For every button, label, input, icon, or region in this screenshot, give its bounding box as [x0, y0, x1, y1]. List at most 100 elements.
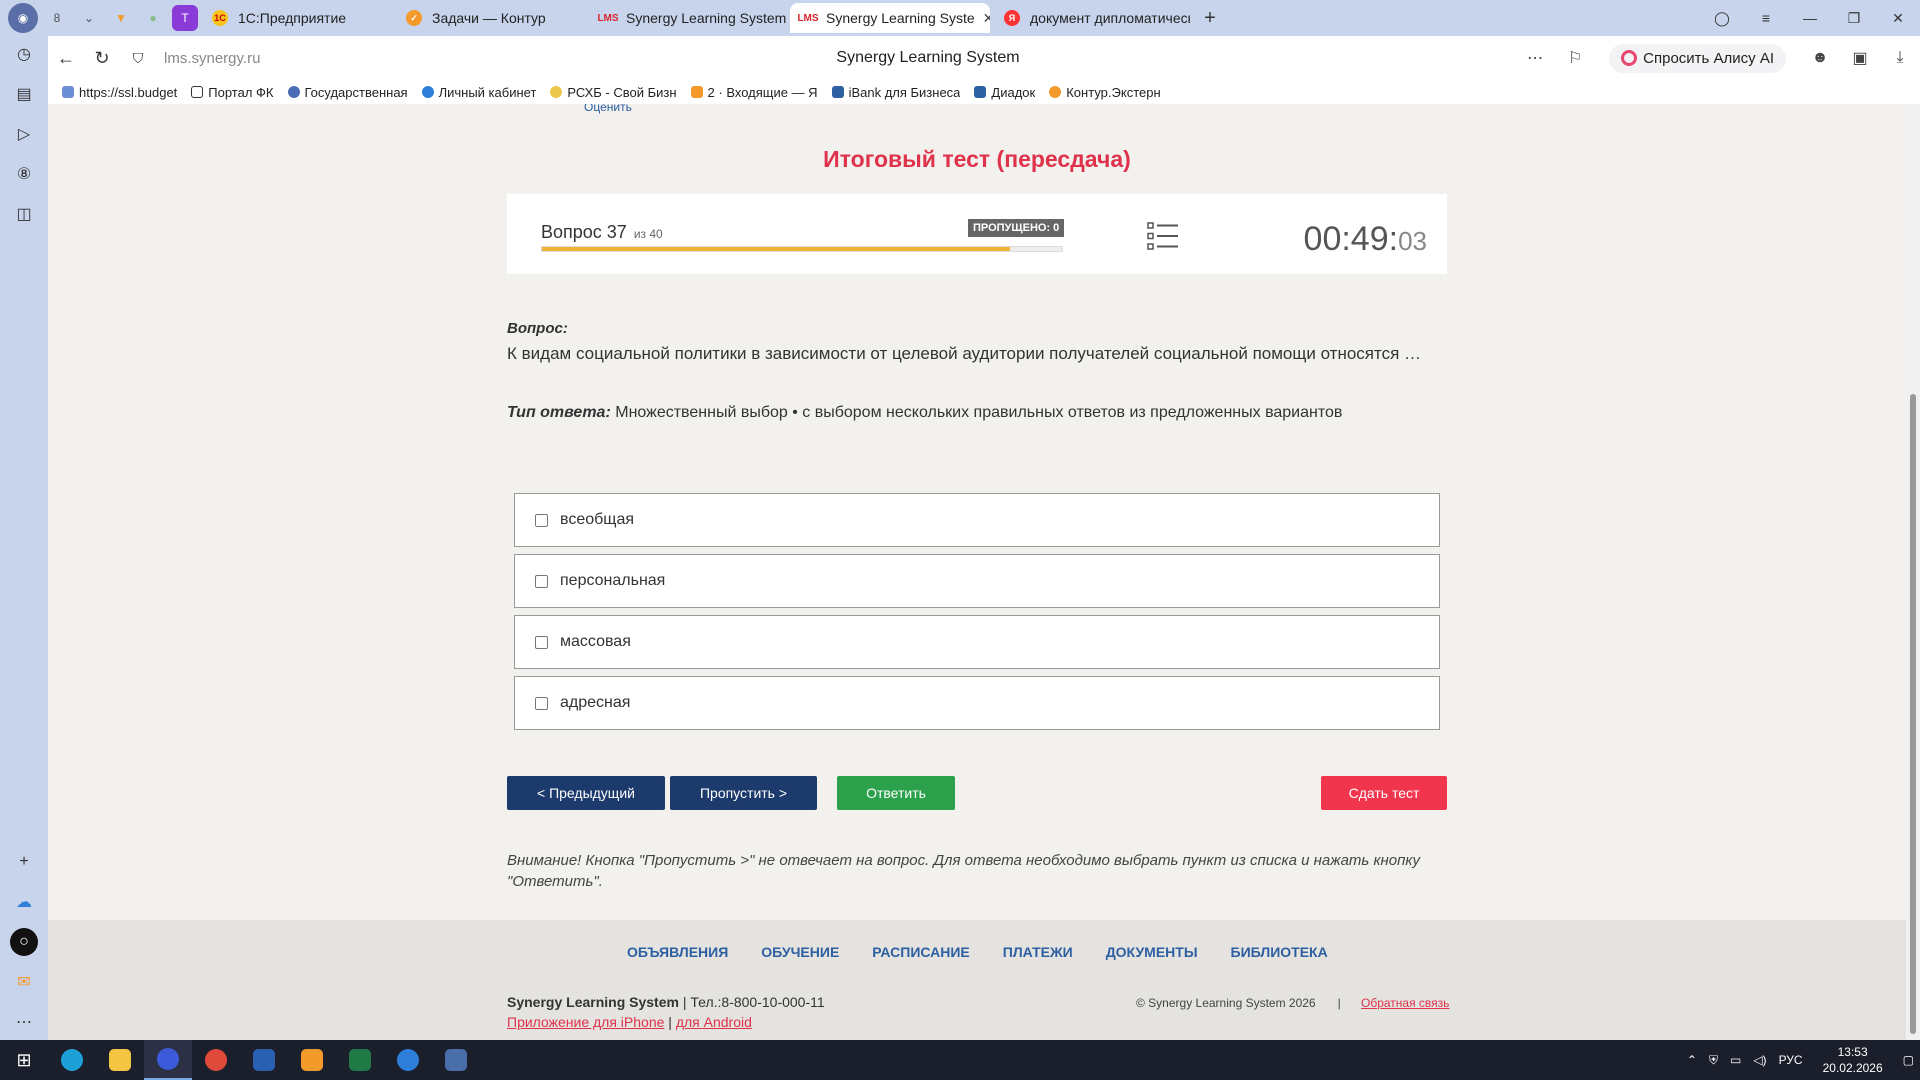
submit-test-button[interactable]: Сдать тест: [1321, 776, 1447, 810]
counter-icon[interactable]: ⑧: [10, 160, 38, 188]
minimize-icon[interactable]: —: [1788, 10, 1832, 26]
footer-link-schedule[interactable]: РАСПИСАНИЕ: [872, 944, 970, 960]
reload-icon[interactable]: ↻: [84, 40, 120, 76]
bookmark-item[interactable]: Диадок: [974, 85, 1035, 100]
answer-option[interactable]: массовая: [514, 615, 1440, 669]
more-icon[interactable]: ⋯: [1515, 48, 1555, 68]
separator: |: [1337, 996, 1341, 1010]
page-scrollbar[interactable]: [1906, 104, 1920, 1040]
restore-icon[interactable]: ❐: [1832, 10, 1876, 27]
skip-button[interactable]: Пропустить >: [670, 776, 817, 810]
tab-synergy-1[interactable]: LMS Synergy Learning System: [590, 3, 786, 33]
account-icon[interactable]: ◯: [1700, 10, 1744, 27]
new-tab-icon[interactable]: +: [1196, 4, 1224, 32]
bookmark-item[interactable]: Портал ФК: [191, 85, 274, 100]
tab-1c[interactable]: 1С 1С:Предприятие: [202, 3, 392, 33]
progress-bar: [541, 246, 1063, 252]
option-checkbox[interactable]: [535, 635, 548, 649]
footer-link-learning[interactable]: ОБУЧЕНИЕ: [761, 944, 839, 960]
back-icon[interactable]: ←: [48, 40, 84, 76]
question-list-icon[interactable]: [1147, 222, 1179, 250]
answer-option[interactable]: персональная: [514, 554, 1440, 608]
pinned-tab-t-icon[interactable]: T: [172, 5, 198, 31]
tray-expand-icon[interactable]: ⌃: [1687, 1053, 1697, 1067]
option-checkbox[interactable]: [535, 513, 548, 527]
close-tab-icon[interactable]: ✕: [983, 10, 990, 27]
bookmark-item[interactable]: Государственная: [287, 85, 408, 100]
desktop-app-icon[interactable]: [432, 1040, 480, 1080]
android-app-link[interactable]: для Android: [676, 1014, 752, 1030]
phone-app-icon[interactable]: [240, 1040, 288, 1080]
cloud-icon[interactable]: ☁: [10, 888, 38, 916]
bookmark-item[interactable]: 2 · Входящие — Я: [690, 85, 818, 100]
network-icon[interactable]: ▭: [1730, 1053, 1741, 1067]
more-panels-icon[interactable]: ⋯: [10, 1008, 38, 1036]
ask-alice-button[interactable]: Спросить Алису AI: [1609, 43, 1786, 73]
browser-profile-icon[interactable]: ◉: [8, 3, 38, 33]
chrome-app-icon[interactable]: [192, 1040, 240, 1080]
footer-link-announcements[interactable]: ОБЪЯВЛЕНИЯ: [627, 944, 728, 960]
answer-option[interactable]: всеобщая: [514, 493, 1440, 547]
yandex-browser-app-icon[interactable]: [144, 1040, 192, 1080]
tab-label: Задачи — Контур: [432, 10, 546, 26]
scrollbar-thumb[interactable]: [1910, 394, 1916, 1034]
volume-icon[interactable]: ◁): [1753, 1053, 1766, 1067]
tabs-dropdown-icon[interactable]: ⌄: [76, 5, 102, 31]
pinned-tab-icon[interactable]: 8: [44, 5, 70, 31]
clock[interactable]: 13:53 20.02.2026: [1823, 1044, 1883, 1076]
bookmark-item[interactable]: Личный кабинет: [421, 85, 536, 100]
start-icon[interactable]: ⊞: [0, 1040, 48, 1080]
pinned-site-icon[interactable]: ●: [140, 5, 166, 31]
tab-yandex-doc[interactable]: Я документ дипломатическ: [994, 3, 1190, 33]
pinned-mail-icon[interactable]: ▼: [108, 5, 134, 31]
bookmark-item[interactable]: РСХБ - Свой Бизн: [550, 85, 677, 100]
excel-app-icon[interactable]: [336, 1040, 384, 1080]
question-text: К видам социальной политики в зависимост…: [507, 344, 1422, 363]
bookmark-item[interactable]: https://ssl.budget: [62, 85, 177, 100]
option-checkbox[interactable]: [535, 696, 548, 710]
tab-label: 1С:Предприятие: [238, 10, 347, 26]
previous-button[interactable]: < Предыдущий: [507, 776, 665, 810]
footer-link-documents[interactable]: ДОКУМЕНТЫ: [1106, 944, 1198, 960]
answer-option[interactable]: адресная: [514, 676, 1440, 730]
shield-icon[interactable]: ⛉: [120, 40, 156, 76]
explorer-app-icon[interactable]: [96, 1040, 144, 1080]
tab-kontur-tasks[interactable]: ✓ Задачи — Контур: [396, 3, 586, 33]
collections-icon[interactable]: ▣: [1840, 48, 1880, 68]
browser-sidebar: ◷ ▤ ▷ ⑧ ◫ + ☁ ○ ✉ ⋯: [0, 36, 48, 1040]
alice-label: Спросить Алису AI: [1643, 49, 1774, 67]
option-checkbox[interactable]: [535, 574, 548, 588]
extension-icon[interactable]: ☻: [1800, 49, 1840, 67]
notes-icon[interactable]: ▤: [10, 80, 38, 108]
menu-icon[interactable]: ≡: [1744, 10, 1788, 26]
history-icon[interactable]: ◷: [10, 40, 38, 68]
footer-app-links: Приложение для iPhone | для Android: [507, 1014, 752, 1030]
play-icon[interactable]: ▷: [10, 120, 38, 148]
iphone-app-link[interactable]: Приложение для iPhone: [507, 1014, 664, 1030]
language-indicator[interactable]: РУС: [1779, 1053, 1803, 1067]
url-field[interactable]: lms.synergy.ru: [164, 50, 414, 67]
edge-app-icon[interactable]: [48, 1040, 96, 1080]
close-window-icon[interactable]: ✕: [1876, 10, 1920, 27]
security-icon[interactable]: ⛨: [1709, 1053, 1718, 1068]
app-icon[interactable]: ○: [10, 928, 38, 956]
notifications-icon[interactable]: ▢: [1903, 1053, 1914, 1067]
tab-synergy-active[interactable]: LMS Synergy Learning Syste ✕: [790, 3, 990, 33]
mail-icon[interactable]: ✉: [10, 968, 38, 996]
download-icon[interactable]: ⤓: [1880, 49, 1920, 67]
kontur-app-icon[interactable]: [288, 1040, 336, 1080]
footer-link-library[interactable]: БИБЛИОТЕКА: [1231, 944, 1328, 960]
footer-brand-name: Synergy Learning System: [507, 994, 679, 1010]
bookmark-item[interactable]: Контур.Экстерн: [1049, 85, 1161, 100]
answer-button[interactable]: Ответить: [837, 776, 955, 810]
bookmark-item[interactable]: iBank для Бизнеса: [831, 85, 960, 100]
screenshot-icon[interactable]: ◫: [10, 200, 38, 228]
question-label: Вопрос:: [507, 320, 568, 337]
rate-link[interactable]: Оценить: [584, 104, 632, 114]
footer: ОБЪЯВЛЕНИЯ ОБУЧЕНИЕ РАСПИСАНИЕ ПЛАТЕЖИ Д…: [48, 920, 1906, 1040]
cloud-app-icon[interactable]: [384, 1040, 432, 1080]
bookmark-icon[interactable]: ⚐: [1555, 48, 1595, 68]
add-panel-icon[interactable]: +: [10, 848, 38, 876]
feedback-link[interactable]: Обратная связь: [1361, 996, 1449, 1010]
footer-link-payments[interactable]: ПЛАТЕЖИ: [1003, 944, 1073, 960]
